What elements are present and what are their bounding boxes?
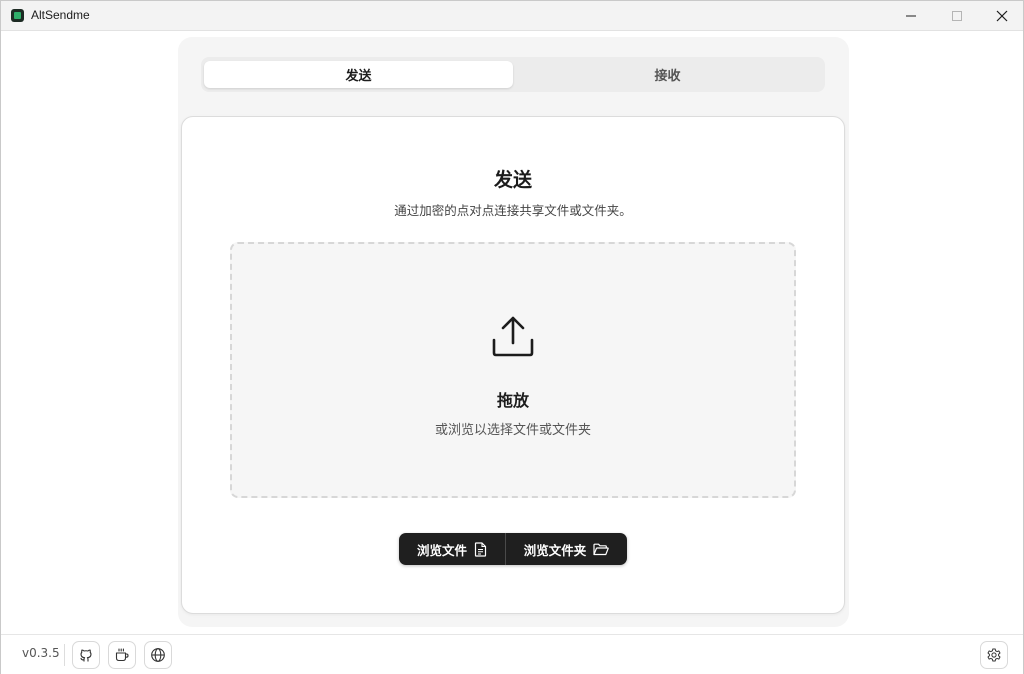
browse-folder-button[interactable]: 浏览文件夹 (506, 533, 627, 565)
browse-button-group: 浏览文件 浏览文件夹 (399, 533, 627, 565)
minimize-icon (906, 15, 916, 17)
github-icon (80, 649, 92, 662)
tab-receive[interactable]: 接收 (513, 61, 822, 88)
app-window: AltSendme 发送 接收 发送 通过加密的点对点连接共享文件或文件夹。 拖… (0, 0, 1024, 674)
browse-files-label: 浏览文件 (416, 542, 467, 558)
folder-open-icon (593, 543, 610, 555)
settings-button[interactable] (980, 641, 1008, 669)
minimize-button[interactable] (888, 1, 934, 31)
browse-folder-label: 浏览文件夹 (523, 542, 587, 558)
browse-files-button[interactable]: 浏览文件 (399, 533, 506, 565)
mode-tabs: 发送 接收 (201, 57, 825, 92)
version-label: v0.3.5 (22, 646, 60, 660)
drop-zone-title: 拖放 (496, 391, 529, 410)
close-button[interactable] (979, 1, 1024, 31)
github-button[interactable] (72, 641, 100, 669)
upload-icon (492, 316, 534, 357)
window-title: AltSendme (31, 8, 90, 22)
drop-zone[interactable] (230, 242, 796, 498)
globe-icon (151, 648, 165, 662)
maximize-button[interactable] (934, 1, 980, 31)
title-bar[interactable]: AltSendme (1, 1, 1023, 31)
gear-icon (987, 648, 1001, 662)
drop-zone-subtitle: 或浏览以选择文件或文件夹 (434, 423, 591, 438)
send-title: 发送 (493, 169, 532, 191)
coffee-icon (115, 648, 129, 662)
file-icon (474, 541, 487, 557)
footer-divider (64, 644, 65, 666)
website-button[interactable] (144, 641, 172, 669)
app-logo-icon (11, 9, 24, 22)
send-subtitle: 通过加密的点对点连接共享文件或文件夹。 (394, 203, 632, 218)
coffee-button[interactable] (108, 641, 136, 669)
maximize-icon (952, 11, 962, 21)
close-icon (996, 10, 1008, 22)
tab-send[interactable]: 发送 (204, 61, 513, 88)
